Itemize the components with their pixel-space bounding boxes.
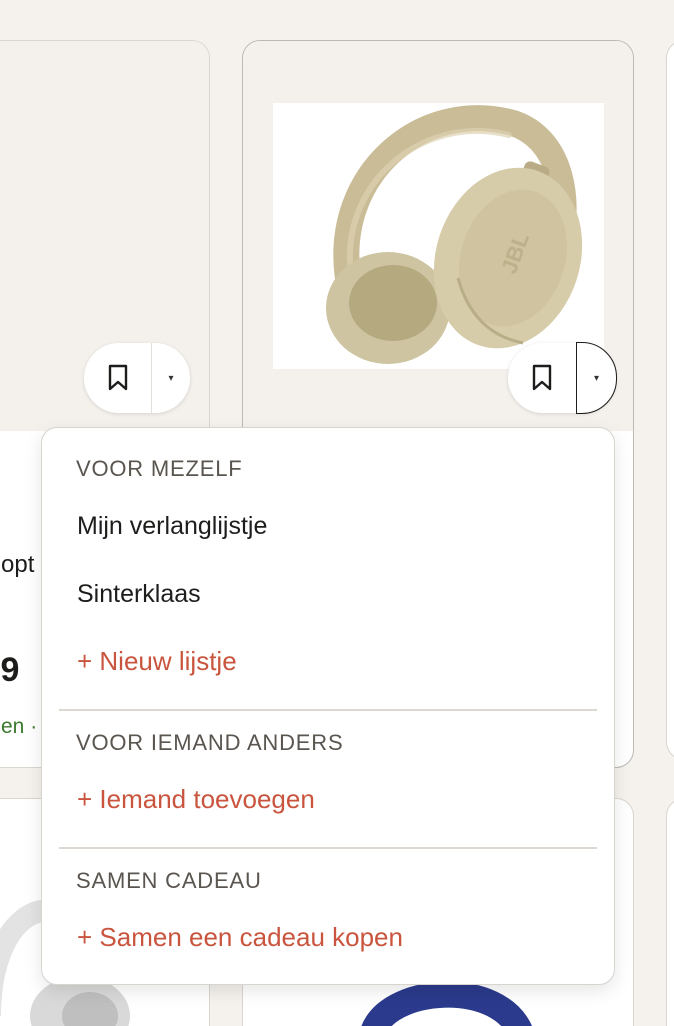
product-title[interactable]: opt — [1, 551, 34, 579]
list-item-sinterklaas[interactable]: Sinterklaas — [77, 580, 201, 609]
save-button-group: ▾ — [84, 343, 190, 413]
product-image[interactable]: JBL — [273, 103, 604, 369]
bookmark-icon — [108, 364, 127, 391]
caret-down-icon: ▾ — [168, 372, 174, 384]
product-grid-page: opt ,9 en · ▾ — [0, 0, 674, 1026]
section-title-self: VOOR MEZELF — [76, 456, 243, 481]
product-price: ,9 — [0, 651, 20, 689]
delivery-info: en · — [1, 715, 38, 738]
save-button[interactable] — [84, 343, 152, 413]
section-title-group-gift: SAMEN CADEAU — [76, 868, 262, 893]
add-person-button[interactable]: + Iemand toevoegen — [77, 784, 315, 815]
product-card-bottom-right[interactable] — [666, 798, 674, 1026]
group-gift-button[interactable]: + Samen een cadeau kopen — [77, 922, 403, 953]
section-title-someone-else: VOOR IEMAND ANDERS — [76, 730, 344, 755]
save-button[interactable] — [508, 343, 576, 413]
save-to-list-dropdown: VOOR MEZELF Mijn verlanglijstje Sinterkl… — [41, 427, 615, 985]
divider — [59, 847, 597, 849]
list-item-wishlist[interactable]: Mijn verlanglijstje — [77, 512, 267, 541]
headphones-image: JBL — [326, 105, 583, 364]
product-card-right[interactable] — [666, 40, 674, 760]
bookmark-icon — [532, 364, 552, 391]
divider — [59, 709, 597, 711]
new-list-button[interactable]: + Nieuw lijstje — [77, 646, 237, 677]
caret-down-icon: ▾ — [593, 372, 600, 384]
save-button-group-active: ▾ — [508, 342, 617, 414]
save-options-toggle[interactable]: ▾ — [152, 343, 190, 413]
